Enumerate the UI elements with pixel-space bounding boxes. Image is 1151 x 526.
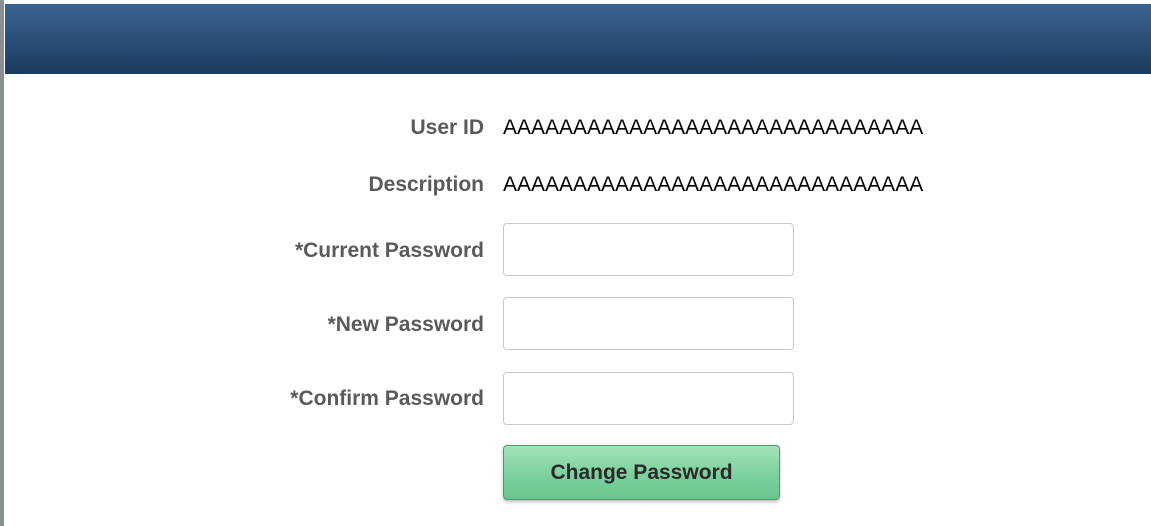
- description-value: AAAAAAAAAAAAAAAAAAAAAAAAAAAAAA: [503, 173, 924, 196]
- new-password-input[interactable]: [503, 297, 794, 350]
- new-password-label: *New Password: [327, 313, 484, 336]
- confirm-password-label: *Confirm Password: [290, 387, 484, 410]
- user-id-value: AAAAAAAAAAAAAAAAAAAAAAAAAAAAAA: [503, 116, 924, 139]
- current-password-input[interactable]: [503, 223, 794, 276]
- change-password-page: User ID AAAAAAAAAAAAAAAAAAAAAAAAAAAAAA D…: [0, 0, 1151, 526]
- user-id-label: User ID: [410, 116, 484, 139]
- header-bar: [5, 4, 1151, 74]
- change-password-button[interactable]: Change Password: [503, 445, 780, 500]
- current-password-label: *Current Password: [294, 239, 484, 262]
- left-border: [0, 0, 4, 526]
- description-label: Description: [368, 173, 484, 196]
- confirm-password-input[interactable]: [503, 372, 794, 425]
